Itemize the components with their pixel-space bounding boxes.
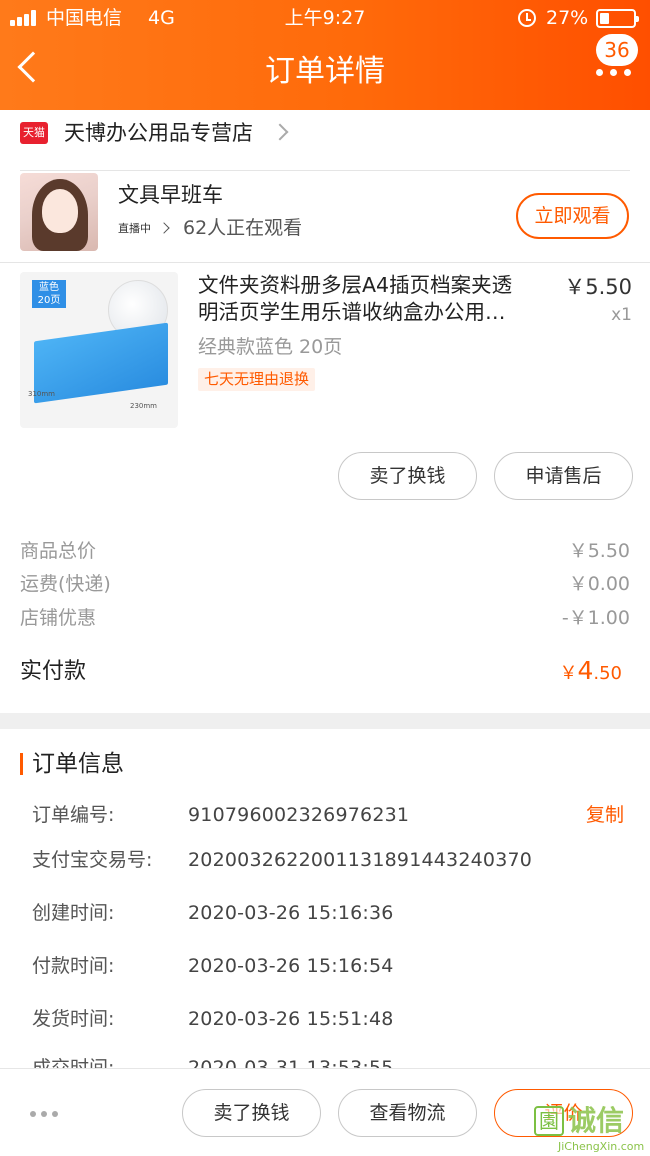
discount-value: -￥1.00	[561, 607, 630, 629]
tmall-logo-icon: 天猫	[20, 122, 48, 144]
watermark-url: JiChengXin.com	[558, 1140, 645, 1153]
info-key: 发货时间:	[32, 1008, 115, 1030]
divider	[20, 170, 630, 171]
section-gap	[0, 713, 650, 729]
live-host-avatar[interactable]	[20, 173, 98, 251]
battery-icon	[596, 9, 639, 28]
after-sale-button[interactable]: 申请售后	[494, 452, 633, 500]
chevron-right-icon	[271, 123, 289, 141]
product-title[interactable]: 文件夹资料册多层A4插页档案夹透 明活页学生用乐谱收纳盒办公用…	[198, 272, 550, 326]
chevron-right-icon	[158, 222, 170, 234]
paid-label: 实付款	[20, 659, 87, 684]
product-price: ￥5.50	[564, 275, 632, 299]
message-count-badge: 36	[596, 34, 638, 66]
product-title-line2: 明活页学生用乐谱收纳盒办公用…	[198, 300, 506, 324]
view-logistics-button[interactable]: 查看物流	[338, 1089, 477, 1137]
watermark: 園 诚信 JiChengXin.com	[534, 1104, 650, 1156]
info-key: 订单编号:	[32, 804, 115, 826]
info-value: 2020-03-26 15:16:54	[188, 955, 394, 977]
divider	[0, 262, 650, 263]
info-key: 付款时间:	[32, 955, 115, 977]
info-value: 2020-03-26 15:16:36	[188, 902, 394, 924]
paid-amount: ￥4.50	[559, 655, 622, 690]
info-key: 创建时间:	[32, 902, 115, 924]
watch-live-button[interactable]: 立即观看	[516, 193, 629, 239]
goods-total-value: ￥5.50	[568, 540, 630, 562]
info-value: 2020032622001131891443240370	[188, 849, 533, 871]
paid-currency: ￥	[559, 663, 578, 684]
more-dots-icon[interactable]	[596, 69, 632, 77]
battery-percent: 27%	[546, 7, 589, 29]
section-accent-bar	[20, 753, 23, 775]
order-info-title: 订单信息	[32, 751, 124, 777]
product-dim-height: 230mm	[130, 402, 157, 410]
product-image[interactable]: 蓝色 20页 310mm 230mm	[20, 272, 178, 428]
product-image-tag: 蓝色 20页	[32, 280, 66, 308]
product-title-line1: 文件夹资料册多层A4插页档案夹透	[198, 273, 513, 297]
order-detail-page: 中国电信 4G 上午9:27 27% 订单详情 36 天猫 天博办公用品专营店 …	[0, 0, 650, 1156]
alarm-icon	[518, 9, 536, 27]
info-key: 支付宝交易号:	[32, 849, 153, 871]
info-value: 2020-03-26 15:51:48	[188, 1008, 394, 1030]
watermark-text: 诚信	[568, 1104, 625, 1137]
return-policy-tag: 七天无理由退换	[198, 368, 316, 391]
page-title: 订单详情	[265, 54, 385, 89]
shipping-label: 运费(快递)	[20, 573, 111, 595]
product-dim-width: 310mm	[28, 390, 55, 398]
goods-total-label: 商品总价	[20, 540, 97, 562]
live-stream-name: 文具早班车	[118, 183, 223, 207]
shop-name[interactable]: 天博办公用品专营店	[64, 118, 253, 148]
product-quantity: x1	[611, 305, 632, 325]
watermark-logo-icon: 園	[534, 1106, 564, 1136]
more-dots-icon[interactable]	[30, 1111, 60, 1117]
shop-row[interactable]: 天猫 天博办公用品专营店	[0, 110, 650, 158]
info-value: 910796002326976231	[188, 804, 410, 826]
product-spec: 经典款蓝色 20页	[198, 336, 343, 358]
paid-decimal: .50	[593, 663, 622, 684]
paid-integer: 4	[577, 656, 594, 685]
sell-button-bottom[interactable]: 卖了换钱	[182, 1089, 321, 1137]
live-viewer-count: 62人正在观看	[183, 217, 303, 239]
shipping-value: ￥0.00	[568, 573, 630, 595]
header-bar: 中国电信 4G 上午9:27 27% 订单详情 36	[0, 0, 650, 110]
sell-button[interactable]: 卖了换钱	[338, 452, 477, 500]
copy-order-number-button[interactable]: 复制	[586, 801, 624, 829]
discount-label: 店铺优惠	[20, 607, 97, 629]
live-status-tag: 直播中	[118, 222, 151, 235]
status-bar: 中国电信 4G 上午9:27 27%	[0, 0, 650, 36]
